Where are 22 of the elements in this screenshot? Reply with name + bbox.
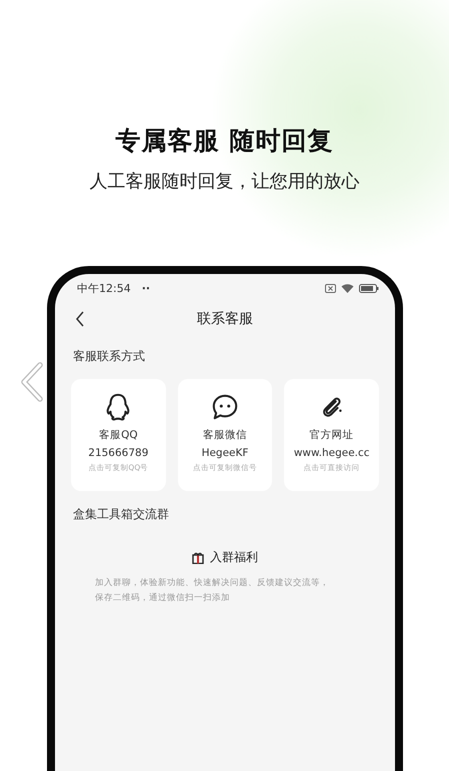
contact-label: 客服QQ (99, 428, 138, 442)
gift-icon (192, 552, 204, 564)
headline: 专属客服 随时回复 (114, 125, 334, 157)
status-dots: ·· (142, 282, 150, 294)
penguin-icon (104, 393, 132, 421)
group-description: 加入群聊，体验新功能、快速解决问题、反馈建议交流等，保存二维码，通过微信扫一扫添加 (95, 576, 329, 605)
benefit-title: 入群福利 (210, 549, 258, 566)
group-title: 盒集工具箱交流群 (72, 506, 170, 523)
sim-icon (325, 284, 336, 292)
contact-value: www.hegee.cc (294, 447, 370, 459)
subheadline: 人工客服随时回复，让您用的放心 (88, 170, 360, 193)
back-icon[interactable] (75, 311, 85, 327)
battery-icon (359, 284, 379, 292)
wifi-icon (341, 283, 354, 293)
section-title: 客服联系方式 (72, 348, 146, 365)
chat-bubble-icon (211, 393, 239, 421)
contact-label: 客服微信 (203, 428, 247, 442)
contact-value: HegeeKF (202, 447, 248, 459)
contact-label: 官方网址 (310, 428, 354, 442)
nav-title: 联系客服 (197, 310, 253, 328)
status-time: 中午12:54 (77, 280, 131, 296)
contact-value: 215666789 (88, 447, 148, 459)
